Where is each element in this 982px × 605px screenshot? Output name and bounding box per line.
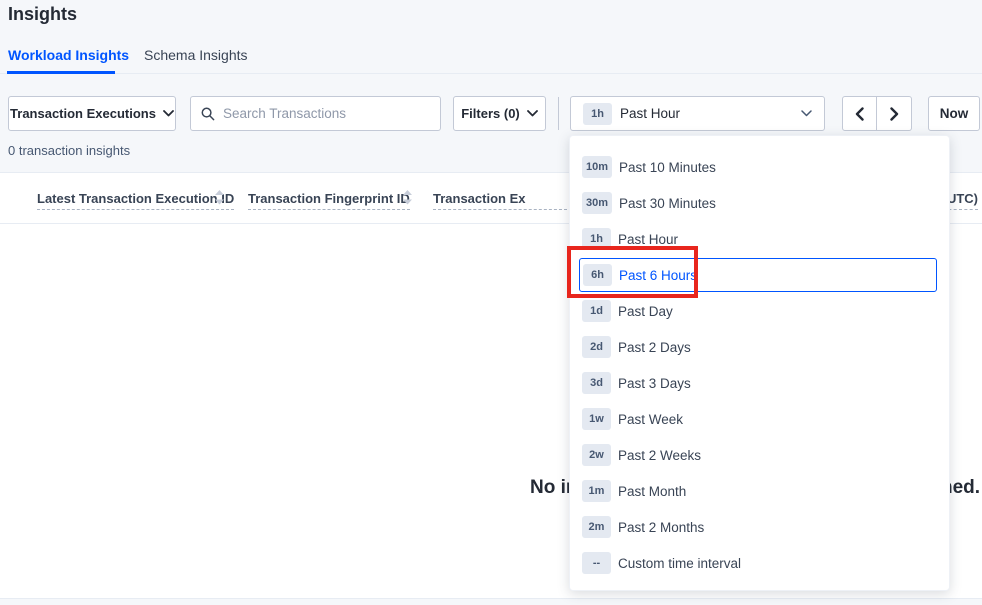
time-range-select[interactable]: 1h Past Hour [570,96,825,131]
sort-icon[interactable] [215,190,224,205]
page-title: Insights [8,4,77,25]
time-option-badge: 1d [582,300,611,322]
time-option-badge: 1w [582,408,611,430]
time-option-30m[interactable]: 30m Past 30 Minutes [570,185,949,221]
tab-bar: Workload Insights Schema Insights [0,40,982,74]
time-option-label: Past 2 Months [618,520,704,535]
time-option-1d[interactable]: 1d Past Day [570,293,949,329]
time-option-label: Custom time interval [618,556,741,571]
time-option-label: Past 3 Days [618,376,691,391]
search-box [190,96,441,131]
time-option-label: Past Month [618,484,686,499]
time-option-3d[interactable]: 3d Past 3 Days [570,365,949,401]
tab-workload-insights[interactable]: Workload Insights [8,47,129,63]
time-option-badge: 6h [583,264,612,286]
column-header-latest-txn-exec-id[interactable]: Latest Transaction Execution ID [37,191,234,210]
filters-label: Filters (0) [461,106,520,121]
time-option-1w[interactable]: 1w Past Week [570,401,949,437]
search-input[interactable] [223,106,430,121]
results-count: 0 transaction insights [8,143,130,158]
column-header-txn-fingerprint-id[interactable]: Transaction Fingerprint ID [248,191,410,210]
time-option-1m[interactable]: 1m Past Month [570,473,949,509]
time-range-dropdown: 10m Past 10 Minutes 30m Past 30 Minutes … [569,135,950,591]
time-option-badge: 30m [582,192,612,214]
time-option-label: Past 2 Days [618,340,691,355]
toolbar-divider [558,97,559,130]
time-option-badge: 1h [582,228,611,250]
search-icon [201,107,215,121]
time-option-badge: 2m [582,516,611,538]
time-option-label: Past 30 Minutes [619,196,716,211]
column-header-transaction-ex[interactable]: Transaction Ex [433,191,567,210]
chevron-down-icon [801,110,812,117]
next-range-button[interactable] [877,96,912,131]
time-option-badge: -- [582,552,611,574]
tab-schema-insights[interactable]: Schema Insights [144,47,248,63]
time-option-1h[interactable]: 1h Past Hour [570,221,949,257]
time-option-label: Past Hour [618,232,678,247]
insights-page: Insights Workload Insights Schema Insigh… [0,0,982,605]
time-option-badge: 1m [582,480,611,502]
time-option-label: Past 6 Hours [619,268,697,283]
time-option-badge: 10m [582,156,612,178]
time-option-badge: 2w [582,444,611,466]
time-option-label: Past 10 Minutes [619,160,716,175]
active-tab-underline [7,71,115,74]
chevron-left-icon [855,107,864,121]
time-option-label: Past Week [618,412,683,427]
chevron-down-icon [527,110,538,117]
workload-type-label: Transaction Executions [10,106,156,121]
sort-icon[interactable] [403,190,412,205]
filters-button[interactable]: Filters (0) [453,96,546,131]
now-button[interactable]: Now [928,96,980,131]
time-option-2d[interactable]: 2d Past 2 Days [570,329,949,365]
time-option-10m[interactable]: 10m Past 10 Minutes [570,149,949,185]
chevron-down-icon [163,110,174,117]
time-option-2m[interactable]: 2m Past 2 Months [570,509,949,545]
time-option-badge: 3d [582,372,611,394]
time-option-label: Past Day [618,304,673,319]
prev-range-button[interactable] [842,96,877,131]
chevron-right-icon [890,107,899,121]
workload-type-select[interactable]: Transaction Executions [8,96,176,131]
time-option-label: Past 2 Weeks [618,448,701,463]
time-option-6h[interactable]: 6h Past 6 Hours [579,258,937,292]
time-option-badge: 2d [582,336,611,358]
time-range-label: Past Hour [620,106,793,121]
now-label: Now [940,106,969,121]
time-option-custom[interactable]: -- Custom time interval [570,545,949,581]
time-option-2w[interactable]: 2w Past 2 Weeks [570,437,949,473]
time-range-arrows [842,96,912,131]
time-range-badge: 1h [583,103,612,125]
